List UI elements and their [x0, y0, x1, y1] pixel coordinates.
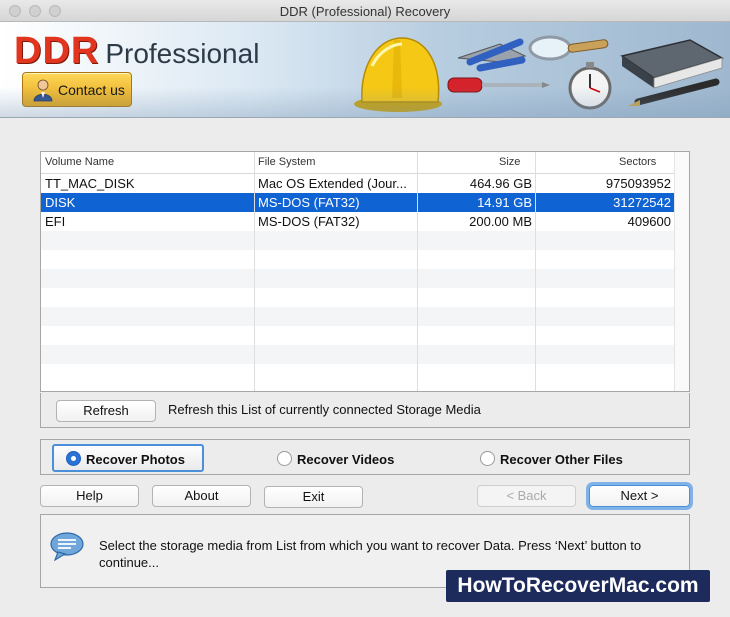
cell-volume-name: EFI	[45, 214, 66, 229]
empty-row	[41, 364, 675, 383]
refresh-button[interactable]: Refresh	[56, 400, 156, 422]
cell-size: 200.00 MB	[469, 214, 532, 229]
cell-sectors: 409600	[627, 214, 671, 229]
recover-photos-radio[interactable]: Recover Photos	[52, 444, 204, 472]
logo-ddr-text: DDR	[14, 30, 100, 72]
recover-photos-label: Recover Photos	[86, 452, 185, 467]
table-header: Volume Name File System Size Sectors	[41, 152, 675, 174]
empty-row	[41, 269, 675, 288]
cell-size: 464.96 GB	[469, 176, 532, 191]
cell-file-system: MS-DOS (FAT32)	[258, 195, 360, 210]
about-button[interactable]: About	[152, 485, 251, 507]
radio-unselected-icon	[480, 451, 495, 466]
watermark-text: HowToRecoverMac.com	[446, 570, 710, 602]
vertical-scrollbar[interactable]	[674, 152, 689, 391]
next-button[interactable]: Next >	[589, 485, 690, 507]
col-header-volume-name[interactable]: Volume Name	[45, 156, 114, 168]
pliers-icon	[457, 38, 527, 72]
person-icon	[33, 79, 53, 102]
cell-sectors: 975093952	[605, 176, 671, 191]
table-row-selected[interactable]: DISK MS-DOS (FAT32) 14.91 GB 31272542	[41, 193, 675, 212]
empty-row	[41, 345, 675, 364]
magnifier-icon	[528, 35, 609, 61]
col-header-file-system[interactable]: File System	[258, 156, 315, 168]
pen-icon	[628, 78, 720, 106]
cell-sectors: 31272542	[613, 195, 671, 210]
title-bar: DDR (Professional) Recovery	[0, 0, 730, 22]
back-button[interactable]: < Back	[477, 485, 576, 507]
cell-size: 14.91 GB	[477, 195, 532, 210]
empty-row	[41, 307, 675, 326]
cell-file-system: MS-DOS (FAT32)	[258, 214, 360, 229]
table-row[interactable]: EFI MS-DOS (FAT32) 200.00 MB 409600	[41, 212, 675, 231]
col-header-sectors[interactable]: Sectors	[619, 156, 656, 168]
cell-volume-name: TT_MAC_DISK	[45, 176, 135, 191]
column-divider	[535, 152, 536, 391]
table-row[interactable]: TT_MAC_DISK Mac OS Extended (Jour... 464…	[41, 174, 675, 193]
empty-row	[41, 250, 675, 269]
stopwatch-icon	[568, 62, 612, 110]
app-logo: DDR Professional	[14, 30, 259, 73]
table-body: TT_MAC_DISK Mac OS Extended (Jour... 464…	[41, 174, 675, 391]
logo-professional-text: Professional	[105, 38, 260, 69]
contact-us-label: Contact us	[58, 82, 125, 98]
refresh-bar: Refresh Refresh this List of currently c…	[40, 393, 690, 428]
speech-bubble-icon	[50, 532, 84, 561]
col-header-size[interactable]: Size	[499, 156, 520, 168]
empty-row	[41, 231, 675, 250]
window-title: DDR (Professional) Recovery	[279, 4, 451, 19]
tools-illustration	[354, 35, 724, 112]
radio-unselected-icon	[277, 451, 292, 466]
column-divider	[417, 152, 418, 391]
info-message: Select the storage media from List from …	[99, 538, 642, 570]
recovery-type-group: Recover Photos Recover Videos Recover Ot…	[40, 439, 690, 475]
refresh-description: Refresh this List of currently connected…	[168, 402, 481, 417]
empty-row	[41, 288, 675, 307]
empty-row	[41, 326, 675, 345]
contact-us-button[interactable]: Contact us	[22, 72, 132, 107]
recover-other-files-label: Recover Other Files	[500, 452, 623, 467]
header-banner: DDR Professional Contact us	[0, 22, 730, 118]
screwdriver-icon	[447, 77, 550, 93]
recover-other-files-radio[interactable]: Recover Other Files	[480, 448, 650, 470]
help-button[interactable]: Help	[40, 485, 139, 507]
recover-videos-label: Recover Videos	[297, 452, 395, 467]
cell-volume-name: DISK	[45, 195, 76, 210]
exit-button[interactable]: Exit	[264, 486, 363, 508]
volume-list-table[interactable]: Volume Name File System Size Sectors TT_…	[40, 151, 690, 392]
radio-selected-icon	[66, 451, 81, 466]
hard-hat-icon	[354, 37, 442, 112]
recover-videos-radio[interactable]: Recover Videos	[277, 448, 417, 470]
cell-file-system: Mac OS Extended (Jour...	[258, 176, 407, 191]
column-divider	[254, 152, 255, 391]
